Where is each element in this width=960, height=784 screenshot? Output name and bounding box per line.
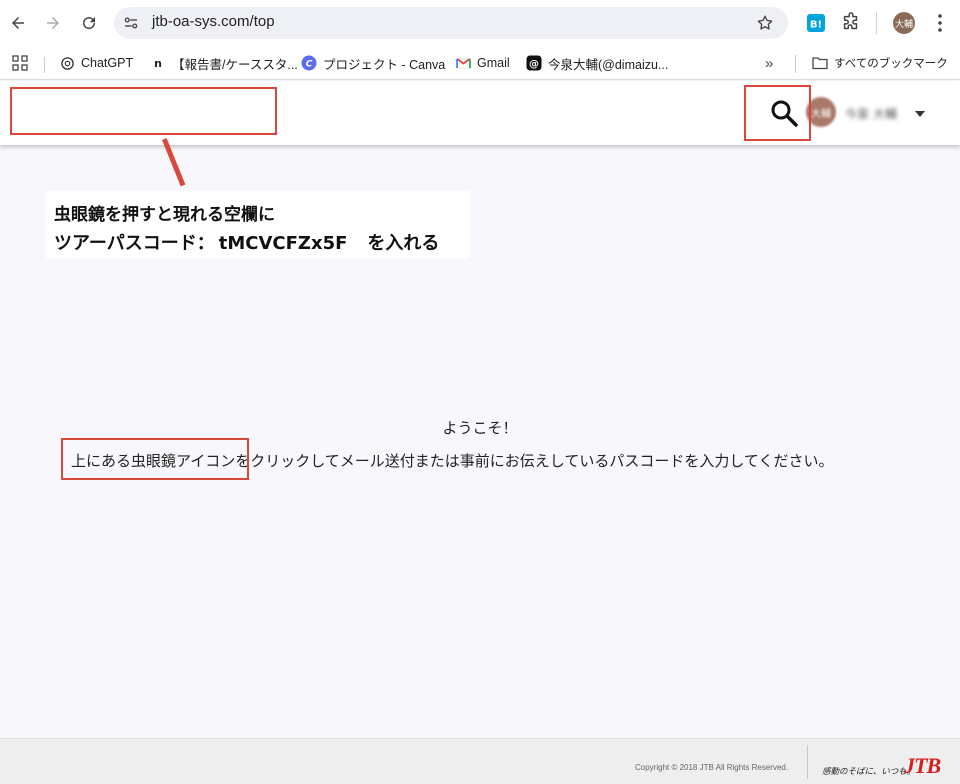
callout-suffix: を入れる (367, 233, 440, 254)
site-footer: Copyright © 2018 JTB All Rights Reserved… (0, 738, 960, 784)
arrow-left-icon (12, 17, 24, 29)
svg-text:C: C (306, 60, 313, 70)
tour-passcode: tMCVCFZx5F (218, 233, 348, 254)
bookmark-label: ChatGPT (81, 56, 134, 70)
browser-profile-avatar[interactable]: 大輔 (893, 12, 915, 34)
site-header: 大輔 今泉 大輔 (0, 81, 960, 145)
canva-icon: C (301, 55, 317, 71)
chatgpt-icon (59, 55, 75, 71)
url-text[interactable]: jtb-oa-sys.com/top (152, 13, 275, 30)
note-icon: n (154, 56, 162, 70)
copyright-text: Copyright © 2018 JTB All Rights Reserved… (635, 763, 789, 772)
hatena-bookmark-extension-icon[interactable]: B! (805, 12, 827, 34)
reload-button[interactable] (77, 11, 101, 35)
address-bar[interactable]: jtb-oa-sys.com/top (114, 7, 788, 39)
bookmark-item-gmail[interactable]: Gmail (455, 52, 510, 74)
bookmark-item-note[interactable]: n 【報告書/ケーススタ... (150, 52, 298, 74)
bookmark-label: 今泉大輔(@dimaizu... (548, 57, 669, 72)
annotation-pointer-line (162, 138, 186, 187)
svg-text:@: @ (529, 59, 539, 70)
all-bookmarks-label: すべてのブックマーク (834, 58, 948, 70)
bookmark-label: 【報告書/ケーススタ... (172, 57, 298, 72)
user-name[interactable]: 今泉 大輔 (845, 105, 897, 122)
arrow-right-icon (47, 17, 59, 29)
all-bookmarks-button[interactable]: すべてのブックマーク (812, 52, 948, 74)
bookmark-star-icon[interactable] (756, 14, 774, 32)
threads-icon: @ (526, 55, 542, 71)
bookmark-item-canva[interactable]: C プロジェクト - Canva (301, 52, 445, 74)
toolbar-divider (876, 12, 877, 34)
browser-toolbar: jtb-oa-sys.com/top B! 大輔 (0, 0, 960, 46)
apps-grid-icon (12, 55, 28, 71)
bookmark-label: プロジェクト - Canva (323, 57, 446, 72)
reload-icon (83, 17, 96, 30)
browser-chrome: jtb-oa-sys.com/top B! 大輔 ChatGPT n 【報告書/… (0, 0, 960, 80)
extensions-puzzle-icon[interactable] (840, 12, 862, 34)
search-button[interactable] (768, 97, 800, 129)
user-avatar[interactable]: 大輔 (806, 97, 836, 127)
callout-prefix: ツアーパスコード： (54, 233, 215, 254)
callout-line-2: ツアーパスコード： tMCVCFZx5F を入れる (54, 229, 439, 255)
caret-down-icon[interactable] (915, 111, 925, 117)
forward-button[interactable] (41, 11, 65, 35)
footer-divider (807, 745, 808, 779)
folder-icon (812, 55, 828, 71)
instruction-text: 上にある虫眼鏡アイコンをクリックしてメール送付または事前にお伝えしているパスコー… (71, 452, 834, 470)
gmail-icon (455, 55, 471, 71)
site-settings-icon[interactable] (122, 14, 140, 32)
bookmarks-divider (795, 55, 796, 73)
brand-slogan: 感動のそばに、いつも。 (822, 767, 916, 777)
back-button[interactable] (6, 11, 30, 35)
browser-menu-button[interactable] (931, 12, 949, 34)
callout-line-1: 虫眼鏡を押すと現れる空欄に (54, 205, 275, 225)
bookmarks-overflow-button[interactable]: » (765, 52, 773, 74)
bookmarks-divider (44, 57, 45, 73)
annotation-callout: 虫眼鏡を押すと現れる空欄に ツアーパスコード： tMCVCFZx5F を入れる (46, 191, 470, 259)
bookmark-item-chatgpt[interactable]: ChatGPT (59, 52, 133, 74)
svg-text:B!: B! (810, 20, 822, 31)
search-icon (771, 100, 798, 127)
bookmark-item-threads[interactable]: @ 今泉大輔(@dimaizu... (526, 52, 668, 74)
jtb-logo: JTB (904, 753, 941, 778)
welcome-message: ようこそ！ (442, 419, 518, 437)
bookmarks-bar: ChatGPT n 【報告書/ケーススタ... C プロジェクト - Canva… (0, 46, 960, 80)
bookmark-label: Gmail (477, 56, 510, 70)
apps-button[interactable] (12, 52, 28, 74)
more-vert-icon (938, 14, 942, 32)
chevron-double-right-icon: » (765, 54, 774, 72)
